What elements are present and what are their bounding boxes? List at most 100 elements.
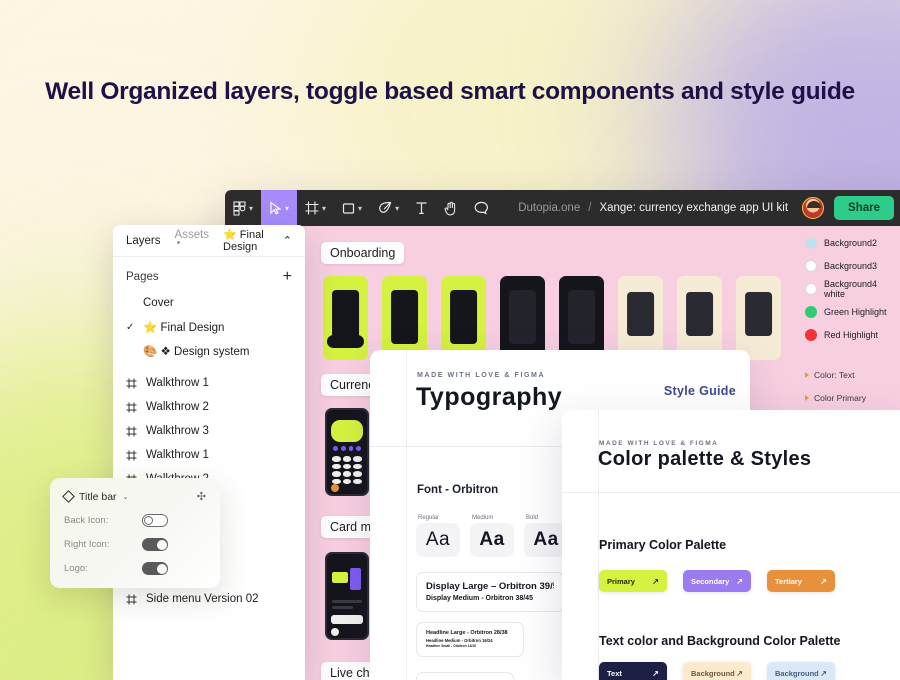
layer-row[interactable]: Walkthrow 1 — [113, 443, 305, 467]
pen-tool-caret: ▾ — [395, 204, 400, 213]
artboard-onboarding-3[interactable] — [441, 276, 486, 360]
style-row-background3[interactable]: Background3 — [805, 254, 900, 277]
toggle-logo[interactable] — [142, 562, 168, 575]
text-chip-row: Text ↗ Background ↗ Background ↗ — [599, 662, 835, 680]
toggle-right-icon[interactable] — [142, 538, 168, 551]
artboard-currency-exchange[interactable] — [325, 408, 369, 496]
primary-palette-heading: Primary Color Palette — [599, 538, 727, 552]
style-label: Green Highlight — [824, 306, 887, 317]
prop-label: Right Icon: — [64, 539, 110, 550]
text-tool-button[interactable] — [407, 190, 436, 226]
avatar[interactable] — [802, 197, 825, 219]
weight-label: Medium — [472, 515, 494, 521]
style-label: Background2 — [824, 237, 878, 248]
frame-icon — [126, 402, 137, 413]
page-item-final-design[interactable]: ✓ ⭐ Final Design — [113, 315, 305, 339]
color-chip-background-blue[interactable]: Background ↗ — [767, 662, 835, 680]
style-label: Red Highlight — [824, 329, 879, 340]
tab-layers[interactable]: Layers — [126, 235, 161, 247]
pages-header-label: Pages — [126, 271, 159, 283]
share-button[interactable]: Share — [834, 196, 894, 220]
layer-row[interactable]: Walkthrow 2 — [113, 395, 305, 419]
layer-row[interactable]: Side menu Version 02 — [113, 587, 305, 611]
color-chip-tertiary[interactable]: Tertiary ↗ — [767, 570, 835, 592]
chip-label: Tertiary — [775, 576, 802, 586]
artboard-onboarding-6[interactable] — [618, 276, 663, 360]
artboard-onboarding-8[interactable] — [736, 276, 781, 360]
color-palette-card: MADE WITH LOVE & FIGMA Color palette & S… — [562, 410, 900, 680]
text-style-icon — [805, 394, 809, 401]
prop-label: Back Icon: — [64, 515, 109, 526]
edit-pen-icon[interactable]: ↗ — [652, 669, 659, 678]
artboard-onboarding-5[interactable] — [559, 276, 604, 360]
page-item-cover[interactable]: Cover — [113, 291, 305, 315]
current-page-label: ⭐ Final Design — [223, 229, 264, 253]
style-row-background2[interactable]: Background2 — [805, 231, 900, 254]
edit-pen-icon[interactable]: ↗ — [736, 577, 743, 586]
pen-tool-button[interactable]: ▾ — [370, 190, 407, 226]
move-handle-icon[interactable]: ✣ — [197, 490, 206, 503]
color-chip-background-cream[interactable]: Background ↗ — [683, 662, 751, 680]
current-page-pill[interactable]: ⭐ Final Design ⌃ — [223, 228, 292, 253]
edit-pen-icon[interactable]: ↗ — [820, 669, 827, 678]
add-page-button[interactable]: + — [283, 269, 292, 285]
spec-box-title: Title Large - Orbitron 28/36 Title Mediu… — [416, 672, 514, 680]
layer-label: Walkthrow 1 — [146, 377, 209, 389]
edit-pen-icon[interactable]: ↗ — [652, 577, 659, 586]
color-card-title: Color palette & Styles — [598, 448, 812, 470]
style-label: Background3 — [824, 260, 878, 271]
page-label: Cover — [143, 297, 174, 309]
hand-tool-button[interactable] — [436, 190, 466, 226]
toggle-back-icon[interactable] — [142, 514, 168, 527]
tab-assets[interactable]: Assets — [175, 229, 210, 253]
style-row-green-highlight[interactable]: Green Highlight — [805, 300, 900, 323]
prop-label: Logo: — [64, 563, 88, 574]
chip-label: Primary — [607, 576, 635, 586]
color-swatch — [805, 236, 817, 249]
artboard-card-management[interactable] — [325, 552, 369, 640]
team-name[interactable]: Dutopia.one — [518, 202, 580, 214]
edit-pen-icon[interactable]: ↗ — [736, 669, 743, 678]
style-row-background4-white[interactable]: Background4 white — [805, 277, 900, 300]
frame-icon — [126, 426, 137, 437]
shape-tool-caret: ▾ — [358, 204, 363, 213]
layer-row[interactable]: Walkthrow 1 — [113, 371, 305, 395]
color-swatch — [805, 328, 817, 341]
style-row-color-text[interactable]: Color: Text — [805, 363, 900, 386]
font-name-label: Font - Orbitron — [417, 484, 499, 496]
color-chip-secondary[interactable]: Secondary ↗ — [683, 570, 751, 592]
page-label: 🎨 ❖ Design system — [143, 346, 250, 358]
toggle-knob — [156, 539, 167, 550]
chevron-up-icon: ⌃ — [282, 235, 292, 247]
prop-logo: Logo: — [64, 562, 206, 575]
spec-box-headline: Headline Large - Orbitron 28/38 Headline… — [416, 622, 524, 657]
style-row-color-primary[interactable]: Color Primary — [805, 386, 900, 409]
artboard-onboarding-4[interactable] — [500, 276, 545, 360]
frame-tool-button[interactable]: ▾ — [297, 190, 334, 226]
chevron-down-icon[interactable]: ⌄ — [123, 493, 129, 501]
file-name[interactable]: Xange: currency exchange app UI kit — [599, 202, 788, 214]
comment-tool-button[interactable] — [466, 190, 497, 226]
style-label: Color: Text — [814, 369, 855, 380]
page-headline: Well Organized layers, toggle based smar… — [45, 78, 855, 105]
prop-back-icon: Back Icon: — [64, 514, 206, 527]
layer-row[interactable]: Walkthrow 3 — [113, 419, 305, 443]
artboard-onboarding-7[interactable] — [677, 276, 722, 360]
figma-menu-button[interactable]: ▾ — [225, 190, 261, 226]
edit-pen-icon[interactable]: ↗ — [820, 577, 827, 586]
color-chip-primary[interactable]: Primary ↗ — [599, 570, 667, 592]
layer-label: Walkthrow 3 — [146, 425, 209, 437]
component-diamond-icon — [62, 490, 75, 503]
color-card-eyebrow: MADE WITH LOVE & FIGMA — [599, 440, 719, 447]
artboard-onboarding-1[interactable] — [323, 276, 368, 360]
page-item-design-system[interactable]: 🎨 ❖ Design system — [113, 339, 305, 363]
color-chip-text[interactable]: Text ↗ — [599, 662, 667, 680]
shape-tool-button[interactable]: ▾ — [334, 190, 370, 226]
component-name: Title bar — [79, 490, 117, 503]
style-row-red-highlight[interactable]: Red Highlight — [805, 323, 900, 346]
artboard-onboarding-2[interactable] — [382, 276, 427, 360]
weight-medium: Medium Aa — [470, 515, 514, 557]
color-swatch — [805, 259, 817, 272]
frame-label-onboarding[interactable]: Onboarding — [321, 242, 405, 264]
move-tool-button[interactable]: ▾ — [261, 190, 298, 226]
